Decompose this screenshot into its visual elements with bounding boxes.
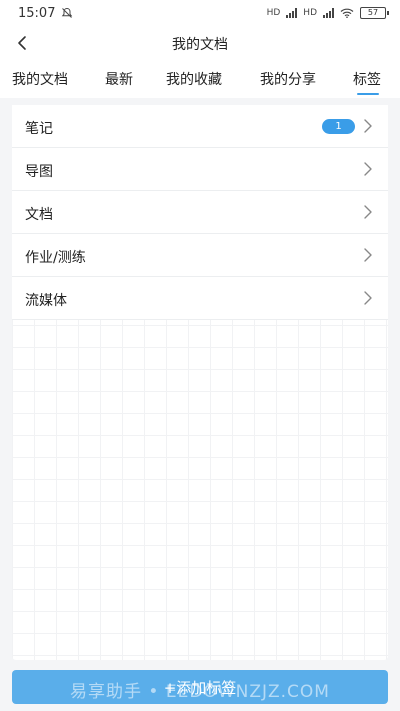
tag-row-homework[interactable]: 作业/测练 bbox=[12, 234, 388, 277]
tab-tags[interactable]: 标签 bbox=[353, 69, 381, 89]
page-title: 我的文档 bbox=[172, 37, 228, 53]
chevron-right-icon bbox=[364, 119, 372, 133]
tag-row-media[interactable]: 流媒体 bbox=[12, 277, 388, 320]
chevron-right-icon bbox=[364, 248, 372, 262]
wifi-icon bbox=[340, 8, 354, 18]
tag-row-documents[interactable]: 文档 bbox=[12, 191, 388, 234]
tag-label: 流媒体 bbox=[25, 293, 67, 309]
tag-row-mindmap[interactable]: 导图 bbox=[12, 148, 388, 191]
chevron-right-icon bbox=[364, 162, 372, 176]
battery-icon: 57 bbox=[360, 7, 389, 19]
tag-label: 作业/测练 bbox=[25, 250, 86, 266]
status-bar: 15:07 HD HD 57 bbox=[0, 0, 400, 26]
network-label-2: HD bbox=[303, 8, 317, 18]
network-label-1: HD bbox=[266, 8, 281, 18]
nav-bar: 我的文档 bbox=[0, 26, 400, 60]
chevron-right-icon bbox=[364, 205, 372, 219]
add-tag-label: +添加标签 bbox=[163, 678, 237, 697]
signal-icon bbox=[286, 8, 298, 18]
tab-bar: 我的文档 最新 我的收藏 我的分享 标签 bbox=[0, 60, 400, 98]
tag-row-notes[interactable]: 笔记 1 bbox=[12, 105, 388, 148]
tab-favorites[interactable]: 我的收藏 bbox=[166, 69, 222, 89]
add-tag-button[interactable]: +添加标签 bbox=[12, 670, 388, 704]
tag-label: 笔记 bbox=[25, 121, 53, 137]
tag-list: 笔记 1 导图 文档 作业/测练 流媒体 bbox=[12, 105, 388, 660]
status-time: 15:07 bbox=[18, 5, 56, 21]
tab-my-docs[interactable]: 我的文档 bbox=[12, 69, 68, 89]
chevron-right-icon bbox=[364, 291, 372, 305]
active-tab-indicator bbox=[357, 93, 379, 95]
count-badge: 1 bbox=[322, 119, 355, 134]
tab-shared[interactable]: 我的分享 bbox=[260, 69, 316, 89]
tag-label: 导图 bbox=[25, 164, 53, 180]
signal-icon-2 bbox=[323, 8, 334, 18]
bell-muted-icon bbox=[62, 7, 73, 18]
tag-label: 文档 bbox=[25, 207, 53, 223]
tab-latest[interactable]: 最新 bbox=[105, 69, 133, 89]
